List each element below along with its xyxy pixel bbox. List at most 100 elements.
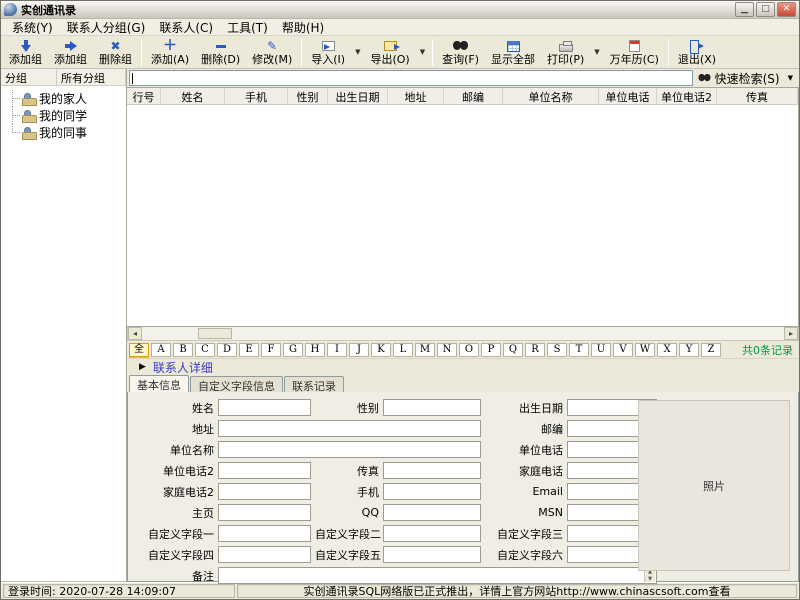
alpha-filter[interactable]: O (459, 343, 479, 357)
menu-contact-groups[interactable]: 联系人分组(G) (60, 18, 153, 37)
custom2-field[interactable] (383, 525, 481, 542)
menu-tools[interactable]: 工具(T) (220, 18, 275, 37)
scroll-left-arrow-icon[interactable]: ◂ (128, 327, 142, 340)
tree-item-classmates[interactable]: 我的同学 (9, 107, 124, 124)
calendar-button[interactable]: 万年历(C) (604, 37, 665, 68)
alpha-filter[interactable]: P (481, 343, 501, 357)
alpha-filter[interactable]: A (151, 343, 171, 357)
alpha-filter[interactable]: D (217, 343, 237, 357)
sidebar-header-all-groups[interactable]: 所有分组 (57, 69, 126, 85)
alpha-filter[interactable]: J (349, 343, 369, 357)
search-button[interactable]: 查询(F) (436, 37, 485, 68)
custom4-field[interactable] (218, 546, 311, 563)
alpha-filter[interactable]: H (305, 343, 325, 357)
alpha-filter[interactable]: Q (503, 343, 523, 357)
field-label-note: 备注 (138, 568, 214, 584)
alpha-filter[interactable]: V (613, 343, 633, 357)
alpha-filter[interactable]: R (525, 343, 545, 357)
exit-button[interactable]: 退出(X) (672, 37, 722, 68)
show-all-button[interactable]: 显示全部 (485, 37, 541, 68)
export-dropdown-arrow-icon[interactable]: ▼ (416, 48, 429, 56)
tab-basic-info[interactable]: 基本信息 (129, 375, 189, 392)
menu-help[interactable]: 帮助(H) (275, 18, 331, 37)
alpha-filter[interactable]: T (569, 343, 589, 357)
alpha-filter-all[interactable]: 全 (129, 343, 149, 357)
name-field[interactable] (218, 399, 311, 416)
alpha-filter[interactable]: M (415, 343, 435, 357)
alpha-filter[interactable]: S (547, 343, 567, 357)
alpha-filter[interactable]: E (239, 343, 259, 357)
column-header-mobile[interactable]: 手机 (225, 88, 288, 104)
homepage-field[interactable] (218, 504, 311, 521)
sidebar-header-groups[interactable]: 分组 (1, 69, 57, 85)
field-label-home-phone: 家庭电话 (485, 463, 563, 479)
scrollbar-thumb[interactable] (198, 328, 232, 339)
delete-group-button[interactable]: ✖ 删除组 (93, 37, 138, 68)
minimize-button[interactable]: ▁ (735, 2, 754, 17)
menu-system[interactable]: 系统(Y) (5, 18, 60, 37)
edit-contact-button[interactable]: ✎ 修改(M) (246, 37, 298, 68)
column-header-address[interactable]: 地址 (388, 88, 444, 104)
work-phone2-field[interactable] (218, 462, 311, 479)
quick-search-button[interactable]: 快速检索(S) (693, 70, 784, 87)
column-header-rownum[interactable]: 行号 (127, 88, 161, 104)
company-field[interactable] (218, 441, 481, 458)
table-body-empty[interactable] (127, 105, 798, 326)
import-dropdown-arrow-icon[interactable]: ▼ (351, 48, 364, 56)
quick-search-dropdown-arrow-icon[interactable]: ▼ (784, 74, 797, 82)
custom5-field[interactable] (383, 546, 481, 563)
tree-item-colleagues[interactable]: 我的同事 (9, 124, 124, 141)
column-header-zipcode[interactable]: 邮编 (444, 88, 503, 104)
fax-field[interactable] (383, 462, 481, 479)
address-field[interactable] (218, 420, 481, 437)
menu-contacts[interactable]: 联系人(C) (152, 18, 220, 37)
alpha-filter[interactable]: F (261, 343, 281, 357)
title-bar[interactable]: 实创通讯录 ▁ □ ✕ (1, 1, 799, 19)
alpha-filter[interactable]: G (283, 343, 303, 357)
alpha-filter[interactable]: U (591, 343, 611, 357)
home-phone2-field[interactable] (218, 483, 311, 500)
column-header-work-phone2[interactable]: 单位电话2 (657, 88, 717, 104)
add-group-button[interactable]: 添加组 (3, 37, 48, 68)
alpha-filter[interactable]: L (393, 343, 413, 357)
delete-contact-button[interactable]: 删除(D) (195, 37, 246, 68)
mobile-field[interactable] (383, 483, 481, 500)
import-button[interactable]: 导入(I) (305, 37, 351, 68)
quick-search-input[interactable] (129, 70, 693, 86)
column-header-name[interactable]: 姓名 (161, 88, 225, 104)
alpha-filter[interactable]: N (437, 343, 457, 357)
add-contact-button[interactable]: ＋ 添加(A) (145, 37, 195, 68)
contact-detail-header[interactable]: ▶ 联系人详细 (127, 358, 799, 375)
expander-triangle-icon[interactable]: ▶ (139, 362, 146, 372)
tab-custom-fields[interactable]: 自定义字段信息 (190, 376, 283, 392)
tree-item-family[interactable]: 我的家人 (9, 90, 124, 107)
alpha-filter[interactable]: C (195, 343, 215, 357)
maximize-button[interactable]: □ (756, 2, 775, 17)
tab-contact-records[interactable]: 联系记录 (284, 376, 344, 392)
scroll-right-arrow-icon[interactable]: ▸ (784, 327, 798, 340)
alpha-filter[interactable]: K (371, 343, 391, 357)
alpha-filter[interactable]: I (327, 343, 347, 357)
add-subgroup-button[interactable]: 添加组 (48, 37, 93, 68)
gender-field[interactable] (383, 399, 481, 416)
column-header-work-phone[interactable]: 单位电话 (599, 88, 657, 104)
qq-field[interactable] (383, 504, 481, 521)
custom1-field[interactable] (218, 525, 311, 542)
alpha-filter[interactable]: Z (701, 343, 721, 357)
print-dropdown-arrow-icon[interactable]: ▼ (590, 48, 603, 56)
column-header-birthdate[interactable]: 出生日期 (328, 88, 388, 104)
alpha-filter[interactable]: W (635, 343, 655, 357)
column-header-fax[interactable]: 传真 (717, 88, 798, 104)
field-label-custom4: 自定义字段四 (138, 547, 214, 563)
alpha-filter[interactable]: X (657, 343, 677, 357)
app-icon (4, 3, 17, 16)
horizontal-scrollbar[interactable]: ◂ ▸ (127, 327, 799, 341)
alpha-filter[interactable]: B (173, 343, 193, 357)
alpha-filter[interactable]: Y (679, 343, 699, 357)
print-button[interactable]: 打印(P) (541, 37, 590, 68)
export-button[interactable]: 导出(O) (364, 37, 415, 68)
close-button[interactable]: ✕ (777, 2, 796, 17)
column-header-gender[interactable]: 性别 (288, 88, 328, 104)
column-header-company[interactable]: 单位名称 (503, 88, 599, 104)
note-field[interactable]: ▲▼ (218, 567, 657, 584)
